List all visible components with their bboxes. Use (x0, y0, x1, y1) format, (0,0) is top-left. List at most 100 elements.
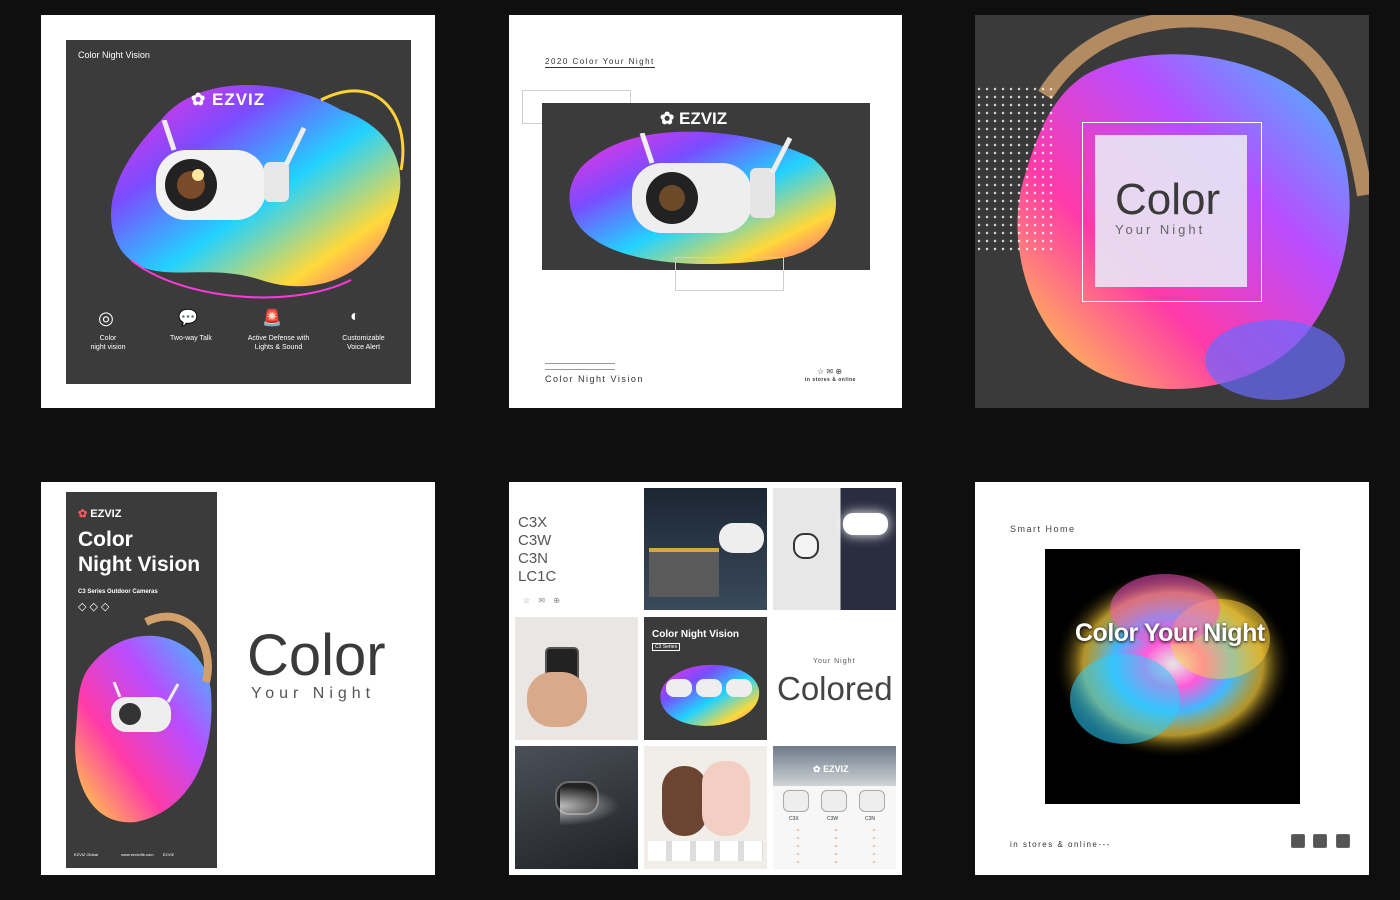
top-heading: 2020 Color Your Night (545, 57, 655, 68)
globe-icon[interactable] (1335, 834, 1350, 848)
globe-icon[interactable]: ⊕ (553, 596, 560, 605)
mail-icon[interactable] (1313, 834, 1328, 848)
star-icon[interactable]: ☆ (523, 596, 530, 605)
camera-icon (156, 120, 306, 220)
camera-icon (726, 679, 752, 697)
panel-rollup-banner: ✿ EZVIZ Color Night Vision C3 Series Out… (41, 482, 435, 875)
panel-product-grid: C3X C3W C3N LC1C ☆ ✉ ⊕ Color Night Visio… (509, 482, 902, 875)
brand-name: EZVIZ (678, 109, 728, 128)
social-icons (1287, 834, 1350, 853)
mail-icon[interactable]: ✉ (538, 596, 545, 605)
social-icons: ☆ ✉ ⊕ (523, 596, 560, 605)
big-title: Color (1115, 175, 1221, 224)
model-list: C3X C3W C3N LC1C (518, 514, 556, 586)
panel-smart-home: Smart Home Color Your Night in stores & … (975, 482, 1369, 875)
chat-bubbles-icon: 💬 (178, 310, 198, 327)
rollup-banner: ✿ EZVIZ Color Night Vision C3 Series Out… (66, 492, 217, 868)
deco-lines (545, 363, 615, 370)
bottom-heading: Color Night Vision (545, 374, 644, 384)
top-heading: Smart Home (1010, 524, 1076, 534)
feature-label-4: Customizable Voice Alert (342, 335, 385, 351)
globe-icon[interactable]: ⊕ (835, 367, 842, 376)
big-title: Color (247, 623, 386, 688)
camera-icon (859, 790, 885, 812)
model-c3x: C3X (518, 514, 548, 531)
feature-dots (779, 826, 891, 864)
star-icon[interactable] (1291, 834, 1305, 848)
brand-name: EZVIZ (823, 764, 849, 774)
color-burst-card: Color Your Night (1045, 549, 1300, 804)
features-row: ◎ Color night vision 💬 Two-way Talk 🚨 Ac… (66, 308, 411, 378)
series-label: C3 Series Outdoor Cameras (78, 589, 158, 595)
floodlight-icon (843, 513, 888, 535)
footer-text: in stores & online (805, 377, 856, 383)
brand-logo: ✿ EZVIZ (78, 507, 121, 520)
mail-icon[interactable]: ✉ (826, 367, 833, 376)
powder-burst (1053, 569, 1293, 759)
colored-title: Colored (777, 670, 893, 707)
photo-children-hug (644, 746, 767, 869)
ezviz-flower-icon: ✿ (78, 508, 88, 520)
panel-color-night-vision-ad: Color Night Vision ✿ EZVIZ ◎ Color night… (41, 15, 435, 408)
outline-box-bottom (675, 257, 784, 291)
camera-icon (632, 133, 792, 233)
camera-trio (666, 679, 756, 699)
voice-head-icon: ◐ (350, 308, 360, 325)
feature-label-1: Color night vision (90, 335, 126, 351)
card-color-night-vision: Color Night Vision C3 Series (644, 617, 767, 740)
subtitle: Your Night (251, 685, 376, 702)
ad-title: Color Night Vision (78, 50, 150, 60)
hand-shape (527, 672, 587, 727)
camera-icon (696, 679, 722, 697)
banner-dark: ✿ EZVIZ (542, 103, 870, 270)
camera-icon (719, 523, 764, 553)
model-c3w: C3W (518, 532, 552, 549)
star-icon[interactable]: ☆ (817, 367, 824, 376)
footer-global: EZVIZ Global (74, 852, 99, 857)
camera-icon (666, 679, 692, 697)
footer-brand: EZVIZ (162, 852, 175, 857)
ad-dark-card: Color Night Vision ✿ EZVIZ ◎ Color night… (66, 40, 411, 384)
aperture-icon: ◎ (98, 308, 114, 328)
feature-color-night-vision: ◎ (91, 308, 121, 329)
col-c3n: C3N (865, 816, 876, 822)
ezviz-flower-icon: ✿ (813, 764, 821, 774)
bottom-text: in stores & online--- (1010, 840, 1111, 849)
panel-color-your-night-blob: Color Your Night (975, 15, 1369, 408)
camera-icon (111, 682, 180, 732)
card-product-compare: ✿ EZVIZ C3X C3W C3N (773, 746, 896, 869)
camera-icon (793, 533, 819, 559)
col-c3x: C3X (789, 816, 799, 822)
model-lc1c: LC1C (518, 568, 557, 585)
col-c3w: C3W (827, 816, 839, 822)
camera-icon (821, 790, 847, 812)
photo-spotlight-camera (515, 746, 638, 869)
brand-logo: ✿ EZVIZ (191, 90, 265, 110)
subtitle: Your Night (1115, 222, 1206, 237)
photo-floodlight-camera (773, 488, 896, 610)
siren-icon: 🚨 (262, 310, 282, 327)
brand-logo: ✿ EZVIZ (813, 764, 849, 775)
heading-night-vision: Night Vision (78, 553, 201, 576)
panel-2020-color-your-night: 2020 Color Your Night ✿ EZVIZ Color Nigh… (509, 15, 902, 408)
heading-color: Color (78, 528, 133, 551)
card-subtitle: C3 Series (652, 643, 680, 651)
brand-logo: ✿ EZVIZ (660, 109, 727, 129)
photo-hand-phone (515, 617, 638, 740)
brand-name: EZVIZ (90, 508, 122, 520)
center-title: Color Your Night (1075, 619, 1265, 647)
camera-row (648, 841, 763, 861)
banner-footer: EZVIZ Global www.ezvizlife.com EZVIZ (74, 852, 214, 857)
brand-name: EZVIZ (211, 90, 266, 109)
house-shape (649, 548, 719, 597)
card-title: Color Night Vision (652, 629, 740, 640)
colored-subtitle: Your Night (813, 658, 856, 665)
ezviz-flower-icon: ✿ (191, 90, 207, 109)
ezviz-flower-icon: ✿ (660, 109, 675, 128)
photo-house-camera (644, 488, 767, 610)
feature-label-2: Two-way Talk (170, 335, 212, 342)
camera-icon (783, 790, 809, 812)
child-shape (702, 761, 750, 836)
model-c3n: C3N (518, 550, 549, 567)
social-icons: ☆ ✉ ⊕ (817, 367, 842, 376)
